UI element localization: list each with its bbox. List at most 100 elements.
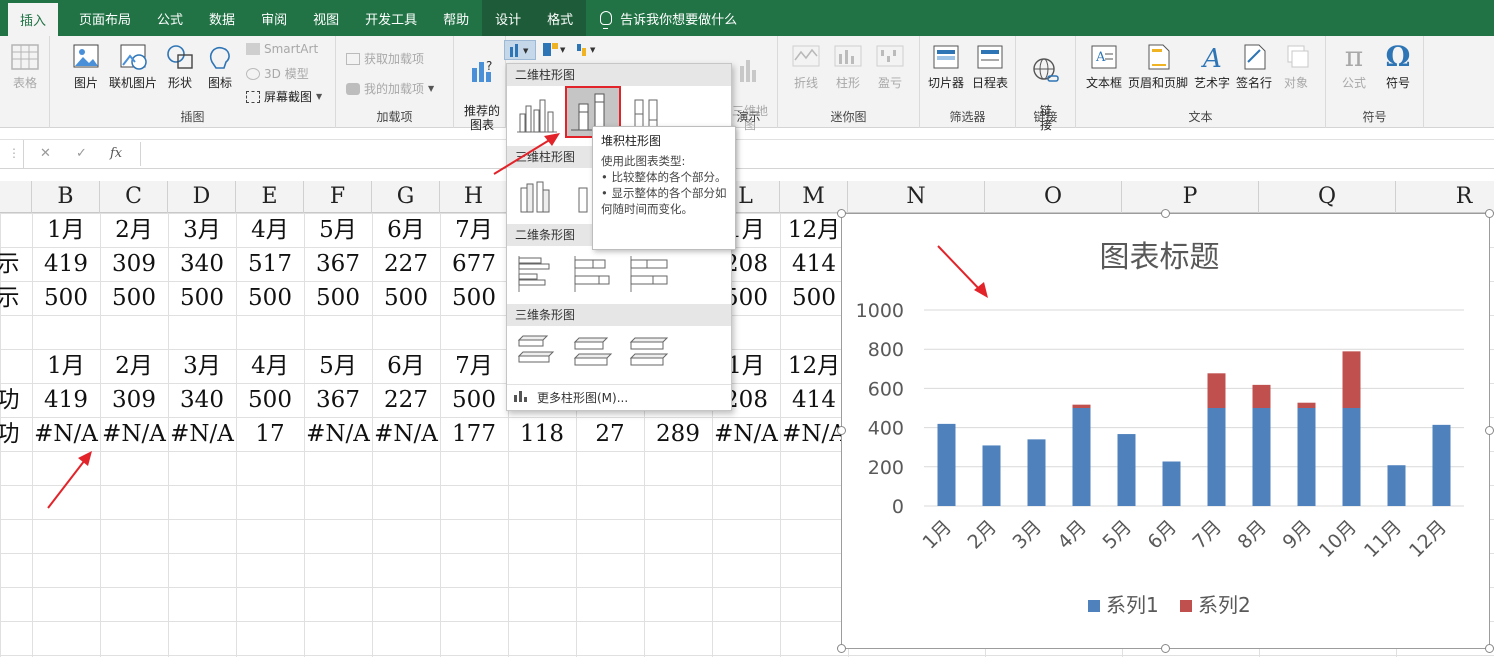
chart-title[interactable]: 图表标题 [1100, 240, 1220, 275]
signature-line-button[interactable]: 签名行 [1232, 42, 1276, 90]
hierarchy-chart-button[interactable]: ▼ [540, 40, 570, 60]
data-cell[interactable] [372, 315, 440, 349]
row-label-cell[interactable]: 功 [0, 383, 24, 417]
sparkline-column-button[interactable]: 柱形 [826, 42, 870, 90]
picture-button[interactable]: 图片 [64, 42, 108, 90]
get-addins-button[interactable]: 获取加载项 [346, 50, 424, 67]
data-cell[interactable]: 500 [372, 281, 440, 315]
data-cell[interactable]: 17 [236, 417, 304, 451]
data-cell[interactable] [304, 315, 372, 349]
more-column-charts-item[interactable]: 更多柱形图(M)... [507, 384, 731, 410]
data-cell[interactable]: 500 [780, 281, 848, 315]
column-header[interactable]: N [848, 181, 985, 213]
data-cell[interactable]: 309 [100, 383, 168, 417]
column-header-a[interactable] [0, 181, 32, 213]
row-label-cell[interactable]: 示 [0, 281, 24, 315]
data-cell[interactable]: 3月 [168, 349, 236, 383]
column-header[interactable]: D [168, 181, 236, 213]
tab-formulas[interactable]: 公式 [144, 0, 196, 36]
cancel-icon[interactable]: ✕ [40, 146, 51, 161]
resize-handle[interactable] [837, 644, 846, 653]
data-cell[interactable]: 419 [32, 247, 100, 281]
smartart-button[interactable]: SmartArt [246, 42, 318, 56]
stacked-bar-option[interactable] [569, 252, 617, 296]
formula-input[interactable] [140, 142, 1494, 166]
data-cell[interactable] [100, 315, 168, 349]
data-cell[interactable]: #N/A [32, 417, 100, 451]
column-header[interactable]: R [1396, 181, 1494, 213]
resize-handle[interactable] [1485, 426, 1494, 435]
data-cell[interactable]: 1月 [32, 213, 100, 247]
3d-stacked-bar-option[interactable] [569, 332, 617, 376]
tab-format[interactable]: 格式 [534, 0, 587, 36]
data-cell[interactable] [168, 315, 236, 349]
screenshot-button[interactable]: 屏幕截图 ▼ [246, 88, 322, 105]
row-label-cell[interactable]: 示 [0, 247, 24, 281]
column-header[interactable]: P [1122, 181, 1259, 213]
clustered-bar-option[interactable] [513, 252, 561, 296]
data-cell[interactable]: 500 [440, 281, 508, 315]
column-header[interactable]: E [236, 181, 304, 213]
column-chart-button[interactable]: ▼ [504, 40, 536, 60]
my-addins-button[interactable]: 我的加载项 ▼ [346, 80, 434, 97]
data-cell[interactable]: 3月 [168, 213, 236, 247]
data-cell[interactable]: 500 [236, 383, 304, 417]
data-cell[interactable]: 4月 [236, 213, 304, 247]
resize-handle[interactable] [1485, 644, 1494, 653]
data-cell[interactable]: 118 [508, 417, 576, 451]
data-cell[interactable]: 500 [100, 281, 168, 315]
icons-button[interactable]: 图标 [198, 42, 242, 90]
data-cell[interactable]: 414 [780, 247, 848, 281]
data-cell[interactable]: 367 [304, 383, 372, 417]
row-label-cell[interactable]: 功 [0, 417, 24, 451]
data-cell[interactable] [780, 315, 848, 349]
data-cell[interactable]: 500 [304, 281, 372, 315]
data-cell[interactable]: 340 [168, 383, 236, 417]
data-cell[interactable] [236, 315, 304, 349]
tab-view[interactable]: 视图 [300, 0, 352, 36]
data-cell[interactable]: 7月 [440, 349, 508, 383]
tab-data[interactable]: 数据 [196, 0, 248, 36]
tab-page-layout[interactable]: 页面布局 [66, 0, 144, 36]
slicer-button[interactable]: 切片器 [924, 42, 968, 90]
data-cell[interactable]: #N/A [372, 417, 440, 451]
tab-developer[interactable]: 开发工具 [352, 0, 430, 36]
resize-handle[interactable] [1485, 209, 1494, 218]
sparkline-line-button[interactable]: 折线 [784, 42, 828, 90]
data-cell[interactable] [440, 315, 508, 349]
resize-handle[interactable] [1161, 644, 1170, 653]
column-header[interactable]: C [100, 181, 168, 213]
data-cell[interactable]: 227 [372, 383, 440, 417]
data-cell[interactable]: 12月 [780, 349, 848, 383]
data-cell[interactable]: 7月 [440, 213, 508, 247]
data-cell[interactable]: #N/A [304, 417, 372, 451]
data-cell[interactable]: 419 [32, 383, 100, 417]
data-cell[interactable]: 1月 [32, 349, 100, 383]
data-cell[interactable]: 177 [440, 417, 508, 451]
data-cell[interactable]: #N/A [168, 417, 236, 451]
timeline-button[interactable]: 日程表 [968, 42, 1012, 90]
column-header[interactable]: Q [1259, 181, 1396, 213]
equation-button[interactable]: π 公式 [1332, 42, 1376, 91]
data-cell[interactable]: 5月 [304, 213, 372, 247]
data-cell[interactable]: 6月 [372, 349, 440, 383]
data-cell[interactable]: 27 [576, 417, 644, 451]
data-cell[interactable]: 227 [372, 247, 440, 281]
data-cell[interactable]: 367 [304, 247, 372, 281]
tab-help[interactable]: 帮助 [430, 0, 482, 36]
data-cell[interactable]: #N/A [100, 417, 168, 451]
data-cell[interactable]: 12月 [780, 213, 848, 247]
symbol-button[interactable]: Ω 符号 [1376, 42, 1420, 91]
header-footer-button[interactable]: 页眉和页脚 [1126, 42, 1190, 90]
waterfall-chart-button[interactable]: ▼ [574, 40, 604, 60]
data-cell[interactable]: 500 [236, 281, 304, 315]
sparkline-winloss-button[interactable]: 盈亏 [868, 42, 912, 90]
column-header[interactable]: M [780, 181, 848, 213]
resize-handle[interactable] [837, 426, 846, 435]
tab-review[interactable]: 审阅 [248, 0, 300, 36]
data-cell[interactable]: 289 [644, 417, 712, 451]
shapes-button[interactable]: 形状 [158, 42, 202, 90]
column-header[interactable]: F [304, 181, 372, 213]
data-cell[interactable]: 517 [236, 247, 304, 281]
3d-clustered-bar-option[interactable] [513, 332, 561, 376]
